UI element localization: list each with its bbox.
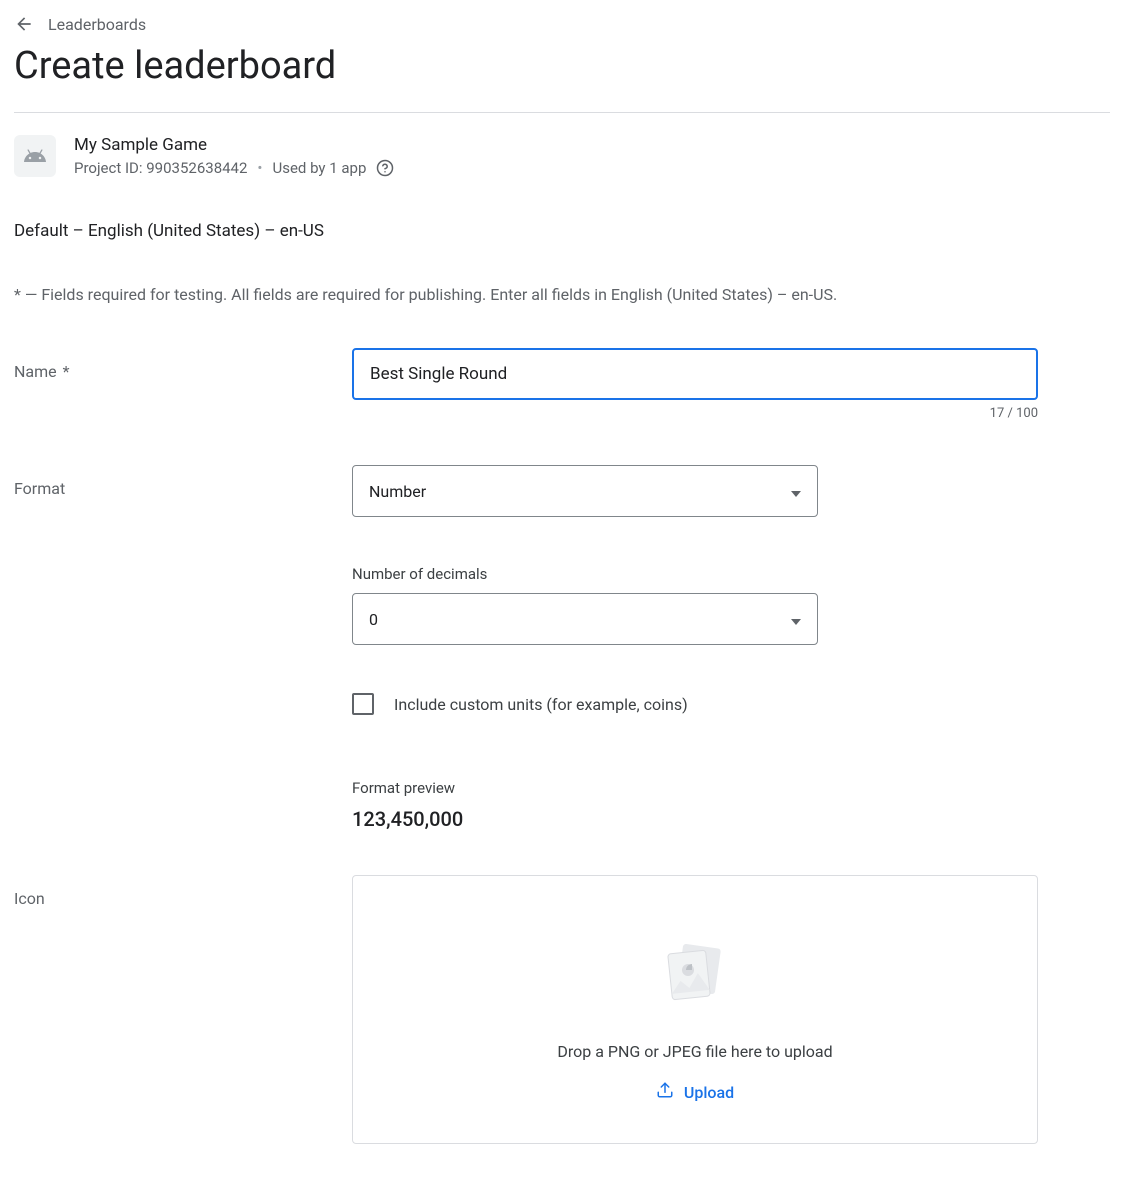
name-input[interactable] bbox=[352, 348, 1038, 400]
project-name: My Sample Game bbox=[74, 135, 394, 155]
name-char-count: 17 / 100 bbox=[352, 406, 1038, 421]
locale-line: Default – English (United States) – en-U… bbox=[14, 221, 1110, 241]
format-select[interactable]: Number bbox=[352, 465, 818, 517]
name-label: Name* bbox=[14, 348, 352, 381]
back-arrow-icon[interactable] bbox=[14, 14, 34, 34]
upload-icon bbox=[656, 1081, 674, 1103]
breadcrumb: Leaderboards bbox=[14, 14, 1110, 34]
form-row-format: Format Number Number of decimals 0 Inclu… bbox=[14, 465, 1110, 831]
upload-label: Upload bbox=[684, 1083, 734, 1102]
divider bbox=[14, 112, 1110, 113]
form-row-name: Name* 17 / 100 bbox=[14, 348, 1110, 421]
help-icon[interactable] bbox=[376, 159, 394, 177]
decimals-select-value: 0 bbox=[369, 610, 378, 629]
icon-dropzone[interactable]: Drop a PNG or JPEG file here to upload U… bbox=[352, 875, 1038, 1144]
custom-units-checkbox[interactable] bbox=[352, 693, 374, 715]
required-note: * — Fields required for testing. All fie… bbox=[14, 285, 1110, 304]
dropzone-hint: Drop a PNG or JPEG file here to upload bbox=[557, 1042, 832, 1061]
project-header: My Sample Game Project ID: 990352638442 … bbox=[14, 135, 1110, 177]
caret-down-icon bbox=[791, 610, 801, 629]
format-preview-value: 123,450,000 bbox=[352, 807, 1038, 831]
decimals-label: Number of decimals bbox=[352, 565, 1038, 583]
custom-units-label: Include custom units (for example, coins… bbox=[394, 695, 688, 714]
file-stack-icon bbox=[660, 940, 730, 1014]
upload-button[interactable]: Upload bbox=[656, 1081, 734, 1103]
icon-label: Icon bbox=[14, 875, 352, 908]
android-icon bbox=[14, 135, 56, 177]
format-preview-label: Format preview bbox=[352, 779, 1038, 797]
separator-dot: • bbox=[257, 159, 262, 177]
decimals-select[interactable]: 0 bbox=[352, 593, 818, 645]
custom-units-checkbox-row[interactable]: Include custom units (for example, coins… bbox=[352, 693, 1038, 715]
format-select-value: Number bbox=[369, 482, 426, 501]
caret-down-icon bbox=[791, 482, 801, 501]
page-title: Create leaderboard bbox=[14, 44, 1110, 88]
project-id-label: Project ID: 990352638442 bbox=[74, 159, 247, 177]
form-row-icon: Icon Drop a PNG or JPEG file here to upl… bbox=[14, 875, 1110, 1144]
breadcrumb-parent[interactable]: Leaderboards bbox=[48, 15, 146, 34]
project-used-by: Used by 1 app bbox=[272, 159, 366, 177]
format-label: Format bbox=[14, 465, 352, 498]
project-meta: My Sample Game Project ID: 990352638442 … bbox=[74, 135, 394, 177]
